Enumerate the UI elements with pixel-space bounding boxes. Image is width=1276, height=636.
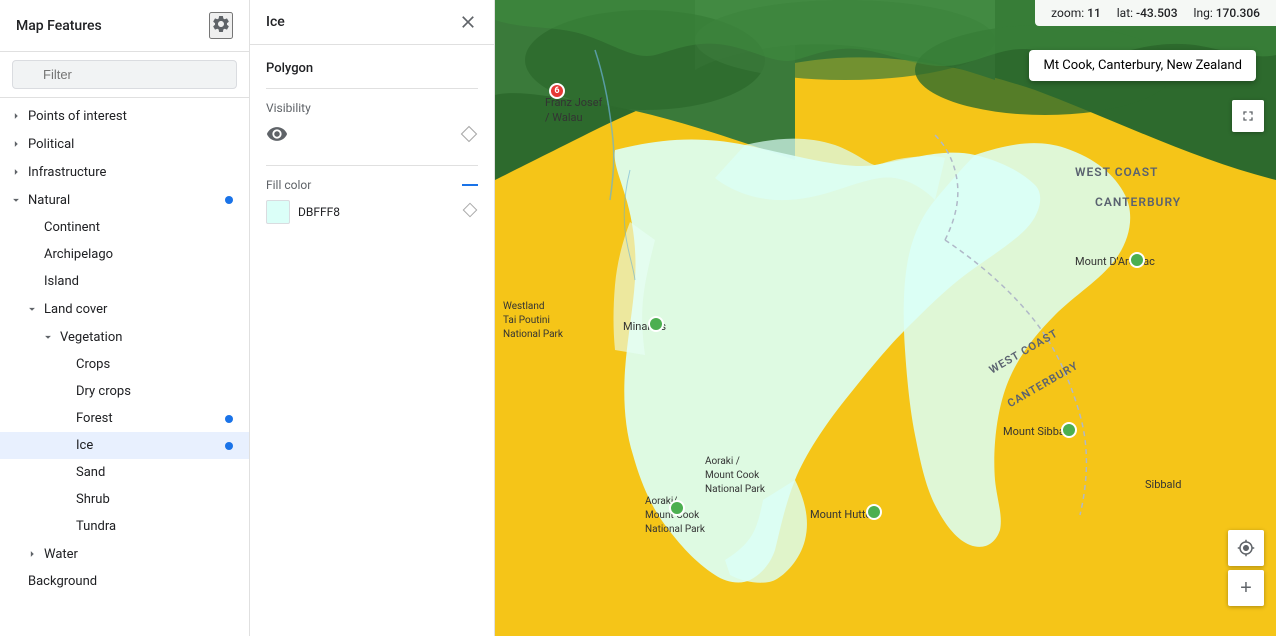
visibility-eye-icon[interactable] — [266, 123, 288, 149]
visibility-diamond-icon[interactable] — [460, 125, 478, 147]
tree-list: Points of interest Political Infrastructur… — [0, 98, 249, 636]
map-pin-sibbald — [1061, 422, 1077, 438]
fill-color-label: Fill color — [266, 178, 478, 192]
tree-label-crops: Crops — [76, 357, 233, 372]
tree-label-archipelago: Archipelago — [44, 247, 233, 262]
map-controls: + — [1228, 530, 1264, 606]
geolocate-button[interactable] — [1228, 530, 1264, 566]
settings-button[interactable] — [209, 12, 233, 39]
fill-color-minus-icon — [462, 184, 478, 186]
color-input-row: DBFFF8 — [266, 200, 478, 224]
tree-item-vegetation[interactable]: Vegetation — [0, 323, 249, 351]
map-pin-hutton — [866, 504, 882, 520]
tree-label-tundra: Tundra — [76, 519, 233, 534]
chevron-icon-water — [24, 546, 40, 562]
tree-label-island: Island — [44, 274, 233, 289]
lat-display: lat: -43.503 — [1117, 6, 1178, 20]
chevron-icon-vegetation — [40, 329, 56, 345]
map-area[interactable]: zoom: 11 lat: -43.503 lng: 170.306 Mt Co… — [495, 0, 1276, 636]
left-panel: Map Features Points of interest Political… — [0, 0, 250, 636]
visibility-row — [266, 123, 478, 149]
map-pin-darchiac — [1129, 252, 1145, 268]
tree-label-water: Water — [44, 547, 233, 562]
tree-label-dry-crops: Dry crops — [76, 384, 233, 399]
tree-item-water[interactable]: Water — [0, 540, 249, 568]
panel-header: Map Features — [0, 0, 249, 52]
tree-item-crops[interactable]: Crops — [0, 351, 249, 378]
tree-item-political[interactable]: Political — [0, 130, 249, 158]
tree-item-sand[interactable]: Sand — [0, 459, 249, 486]
zoom-label: zoom: 11 — [1051, 6, 1101, 20]
middle-panel: Ice Polygon Visibility Fill color — [250, 0, 495, 636]
lng-value: 170.306 — [1216, 6, 1260, 20]
tree-label-shrub: Shrub — [76, 492, 233, 507]
tree-label-natural: Natural — [28, 193, 221, 208]
location-tag: Mt Cook, Canterbury, New Zealand — [1029, 50, 1256, 81]
chevron-icon-infrastructure — [8, 164, 24, 180]
lng-display: lng: 170.306 — [1194, 6, 1260, 20]
fullscreen-button[interactable] — [1232, 100, 1264, 132]
tree-label-vegetation: Vegetation — [60, 330, 233, 345]
filter-input[interactable] — [12, 60, 237, 89]
middle-title: Ice — [266, 14, 285, 30]
map-top-bar: zoom: 11 lat: -43.503 lng: 170.306 — [1035, 0, 1276, 26]
map-svg — [495, 0, 1276, 636]
tree-label-sand: Sand — [76, 465, 233, 480]
tree-item-archipelago[interactable]: Archipelago — [0, 241, 249, 268]
active-dot-natural — [225, 196, 233, 204]
middle-body: Polygon Visibility Fill color DBFFF8 — [250, 45, 494, 240]
close-button[interactable] — [458, 12, 478, 32]
middle-header: Ice — [250, 0, 494, 45]
zoom-value: 11 — [1087, 6, 1101, 20]
tree-item-continent[interactable]: Continent — [0, 214, 249, 241]
tree-item-points-of-interest[interactable]: Points of interest — [0, 102, 249, 130]
tree-label-continent: Continent — [44, 220, 233, 235]
filter-bar — [0, 52, 249, 98]
tree-label-political: Political — [28, 137, 233, 152]
chevron-icon-political — [8, 136, 24, 152]
tree-label-points-of-interest: Points of interest — [28, 109, 233, 124]
tree-item-island[interactable]: Island — [0, 268, 249, 295]
map-pin-franz-josef: 6 — [549, 83, 565, 99]
tree-label-background: Background — [28, 574, 233, 589]
tree-item-background[interactable]: Background — [0, 568, 249, 595]
tree-label-infrastructure: Infrastructure — [28, 165, 233, 180]
map-pin-minarets — [648, 316, 664, 332]
map-pin-aoraki — [669, 500, 685, 516]
tree-item-infrastructure[interactable]: Infrastructure — [0, 158, 249, 186]
tree-item-forest[interactable]: Forest — [0, 405, 249, 432]
lat-value: -43.503 — [1136, 6, 1178, 20]
zoom-in-button[interactable]: + — [1228, 570, 1264, 606]
tree-item-ice[interactable]: Ice — [0, 432, 249, 459]
tree-label-land-cover: Land cover — [44, 302, 233, 317]
tree-item-natural[interactable]: Natural — [0, 186, 249, 214]
tree-item-tundra[interactable]: Tundra — [0, 513, 249, 540]
active-dot-ice — [225, 442, 233, 450]
color-hex-value: DBFFF8 — [298, 205, 454, 219]
active-dot-forest — [225, 415, 233, 423]
tree-item-shrub[interactable]: Shrub — [0, 486, 249, 513]
chevron-icon-natural — [8, 192, 24, 208]
tree-label-ice: Ice — [76, 438, 221, 453]
chevron-icon-points-of-interest — [8, 108, 24, 124]
visibility-label: Visibility — [266, 101, 478, 115]
chevron-icon-land-cover — [24, 301, 40, 317]
panel-title: Map Features — [16, 18, 102, 34]
color-diamond-icon[interactable] — [462, 202, 478, 222]
polygon-label: Polygon — [266, 61, 478, 76]
tree-label-forest: Forest — [76, 411, 221, 426]
tree-item-land-cover[interactable]: Land cover — [0, 295, 249, 323]
color-swatch[interactable] — [266, 200, 290, 224]
tree-item-dry-crops[interactable]: Dry crops — [0, 378, 249, 405]
